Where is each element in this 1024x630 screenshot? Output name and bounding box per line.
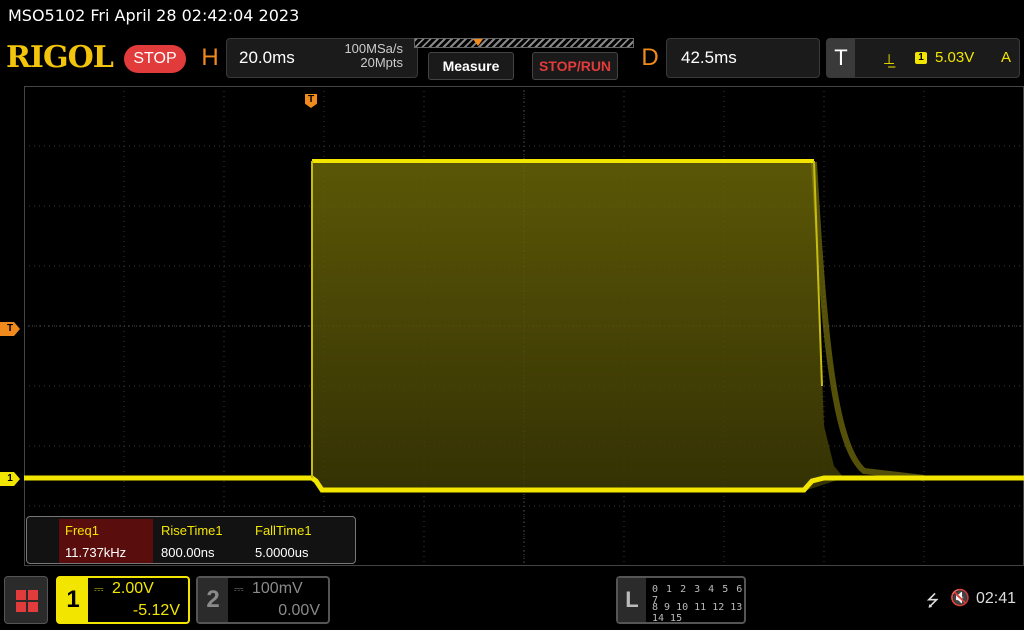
- logic-analyzer-box[interactable]: L 0 1 2 3 4 5 6 7 8 9 10 11 12 13 14 15: [616, 576, 746, 624]
- dc-coupling-icon: ⎓: [94, 582, 104, 596]
- run-status-badge[interactable]: STOP: [124, 45, 186, 73]
- trigger-letter: T: [827, 39, 855, 77]
- trigger-panel[interactable]: T ⊥̲ 1 5.03V A: [826, 38, 1020, 78]
- measurement-freq[interactable]: Freq1 11.737kHz: [59, 519, 153, 563]
- measure-button[interactable]: Measure: [428, 52, 514, 80]
- trigger-level-value: 5.03V: [935, 49, 975, 66]
- channel-2-offset: 0.00V: [278, 602, 320, 619]
- pulse-persistence-area: [312, 162, 844, 491]
- channel-2-number: 2: [198, 578, 228, 622]
- measurement-name: FallTime1: [255, 523, 312, 538]
- sample-info: 100MSa/s 20Mpts: [344, 42, 403, 70]
- channel-1-scale: 2.00V: [112, 580, 154, 597]
- horizontal-panel[interactable]: 20.0ms 100MSa/s 20Mpts: [226, 38, 418, 78]
- delay-panel[interactable]: 42.5ms: [666, 38, 820, 78]
- channel-1-box[interactable]: 1 ⎓ 2.00V -5.12V: [56, 576, 190, 624]
- measurement-name: RiseTime1: [161, 523, 223, 538]
- pulse-decay-tail: [811, 161, 925, 481]
- toolbar: RIGOL STOP H 20.0ms 100MSa/s 20Mpts Meas…: [0, 34, 1024, 86]
- clock: 02:41: [976, 590, 1017, 607]
- channel-2-scale: 100mV: [252, 580, 303, 597]
- measurement-value: 5.0000us: [255, 545, 309, 560]
- trigger-level-marker: T: [0, 322, 20, 336]
- ch1-offset-marker: 1: [0, 472, 20, 486]
- measurement-fall-time[interactable]: FallTime1 5.0000us: [249, 519, 343, 563]
- delay-value: 42.5ms: [681, 48, 737, 67]
- ch1-waveform: [24, 159, 1024, 493]
- measurement-panel[interactable]: Freq1 11.737kHz RiseTime1 800.00ns FallT…: [26, 516, 356, 564]
- rigol-logo: RIGOL: [6, 40, 114, 75]
- channel-1-offset: -5.12V: [132, 602, 180, 619]
- speaker-muted-icon[interactable]: 🔇: [950, 588, 970, 608]
- memory-position-bar: [414, 38, 634, 48]
- trigger-mode: A: [1001, 49, 1012, 66]
- trigger-channel-badge: 1: [915, 52, 927, 64]
- memory-position-marker: [473, 39, 483, 46]
- measurement-rise-time[interactable]: RiseTime1 800.00ns: [155, 519, 249, 563]
- dc-coupling-icon: ⎓: [234, 582, 244, 596]
- la-channels-high: 8 9 10 11 12 13 14 15: [652, 602, 743, 624]
- logic-analyzer-letter: L: [618, 578, 646, 622]
- channel-1-number: 1: [58, 578, 88, 622]
- sample-rate: 100MSa/s: [344, 41, 403, 56]
- timebase-value: 20.0ms: [239, 48, 295, 67]
- rising-edge-icon: ⊥̲: [883, 51, 896, 67]
- usb-icon[interactable]: ⭍: [926, 590, 939, 617]
- measurement-value: 11.737kHz: [65, 545, 127, 560]
- delay-letter[interactable]: D: [636, 38, 664, 78]
- measurement-name: Freq1: [65, 523, 99, 538]
- title-bar: MSO5102 Fri April 28 02:42:04 2023: [0, 0, 1024, 34]
- device-title: MSO5102 Fri April 28 02:42:04 2023: [8, 6, 300, 25]
- home-button[interactable]: [4, 576, 48, 624]
- measurement-value: 800.00ns: [161, 545, 215, 560]
- stop-run-button[interactable]: STOP/RUN: [532, 52, 618, 80]
- channel-2-box[interactable]: 2 ⎓ 100mV 0.00V: [196, 576, 330, 624]
- bottom-status-bar: 1 ⎓ 2.00V -5.12V 2 ⎓ 100mV 0.00V L 0 1 2…: [0, 572, 1024, 630]
- horizontal-letter[interactable]: H: [196, 38, 224, 78]
- grid-menu-icon: [16, 590, 38, 612]
- memory-depth: 20Mpts: [360, 55, 403, 70]
